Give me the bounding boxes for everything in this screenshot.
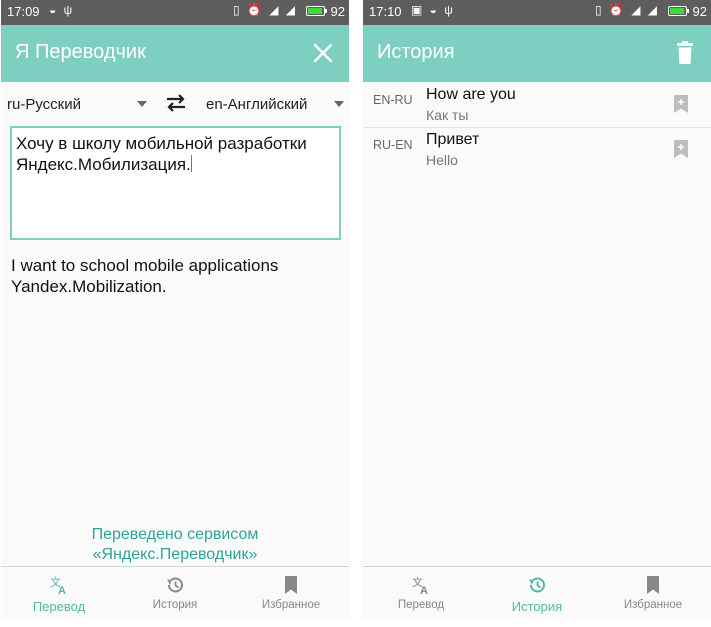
text-caret bbox=[190, 155, 192, 172]
nav-history[interactable]: История bbox=[479, 567, 595, 619]
history-translation: Как ты bbox=[426, 107, 469, 123]
status-bar: 17:10 ▣ ◒ ψ ▯ ⏰ ◢ ◢ 92 bbox=[363, 0, 711, 25]
trash-icon[interactable] bbox=[671, 39, 699, 67]
bookmark-icon bbox=[647, 576, 659, 594]
nav-translate[interactable]: 文 A Перевод bbox=[363, 567, 479, 619]
app-title: Я Переводчик bbox=[15, 41, 146, 63]
svg-text:A: A bbox=[58, 585, 66, 595]
translate-screen: 17:09 ◒ ψ ▯ ⏰ ◢ ◢ 92 Я Переводчик ru-Рус… bbox=[1, 0, 349, 619]
nav-favorites[interactable]: Избранное bbox=[595, 567, 711, 619]
source-text: Хочу в школу мобильной разработки Яндекс… bbox=[16, 134, 307, 174]
history-item[interactable]: EN-RU How are you Как ты bbox=[363, 83, 711, 128]
nav-history-label: История bbox=[152, 599, 198, 611]
status-time: 17:09 bbox=[7, 4, 40, 19]
status-time: 17:10 bbox=[369, 4, 402, 19]
target-language-select[interactable]: en-Английский bbox=[206, 96, 344, 113]
source-language-select[interactable]: ru-Русский bbox=[7, 96, 147, 113]
source-text-input[interactable]: Хочу в школу мобильной разработки Яндекс… bbox=[10, 126, 341, 240]
nav-translate-label: Перевод bbox=[397, 599, 445, 611]
dropdown-arrow-icon bbox=[137, 101, 147, 107]
history-direction: EN-RU bbox=[373, 93, 413, 107]
translate-icon: 文 A bbox=[50, 575, 66, 595]
nav-favorites-label: Избранное bbox=[623, 599, 683, 611]
notification-icons: ▣ ◒ ψ bbox=[411, 3, 455, 17]
battery-percent: 92 bbox=[692, 4, 707, 19]
history-screen: 17:10 ▣ ◒ ψ ▯ ⏰ ◢ ◢ 92 История EN-RU How… bbox=[363, 0, 711, 619]
history-icon bbox=[167, 577, 183, 593]
nav-translate-label: Перевод bbox=[32, 599, 86, 614]
history-item[interactable]: RU-EN Привет Hello bbox=[363, 128, 711, 173]
nav-favorites[interactable]: Избранное bbox=[233, 567, 349, 619]
status-bar: 17:09 ◒ ψ ▯ ⏰ ◢ ◢ 92 bbox=[1, 0, 349, 25]
app-bar: История bbox=[363, 25, 711, 82]
battery-percent: 92 bbox=[330, 4, 345, 19]
language-bar: ru-Русский en-Английский bbox=[1, 90, 349, 120]
swap-arrows-icon[interactable] bbox=[164, 93, 188, 113]
service-credit[interactable]: Переведено сервисом «Яндекс.Переводчик» bbox=[1, 525, 349, 565]
history-icon bbox=[529, 577, 545, 593]
battery-icon bbox=[306, 6, 327, 16]
add-bookmark-icon[interactable] bbox=[673, 94, 689, 114]
notification-icons: ◒ ψ bbox=[49, 3, 75, 17]
add-bookmark-icon[interactable] bbox=[673, 139, 689, 159]
system-icons: ▯ ⏰ ◢ ◢ bbox=[232, 3, 297, 17]
nav-favorites-label: Избранное bbox=[261, 599, 321, 611]
app-title: История bbox=[377, 41, 455, 63]
nav-history-label: История bbox=[511, 599, 563, 614]
source-language-label: ru-Русский bbox=[7, 96, 81, 113]
history-source: Привет bbox=[426, 131, 480, 148]
history-direction: RU-EN bbox=[373, 138, 413, 152]
translate-icon: 文 A bbox=[412, 575, 428, 595]
history-translation: Hello bbox=[426, 152, 458, 168]
nav-history[interactable]: История bbox=[117, 567, 233, 619]
system-icons: ▯ ⏰ ◢ ◢ bbox=[594, 3, 659, 17]
history-source: How are you bbox=[426, 86, 516, 103]
bottom-navigation: 文 A Перевод История Избранное bbox=[363, 566, 711, 619]
battery-icon bbox=[668, 6, 689, 16]
nav-translate[interactable]: 文 A Перевод bbox=[1, 567, 117, 619]
target-language-label: en-Английский bbox=[206, 96, 308, 113]
bottom-navigation: 文 A Перевод История Избранное bbox=[1, 566, 349, 619]
close-icon[interactable] bbox=[309, 39, 337, 67]
credit-line-2: «Яндекс.Переводчик» bbox=[92, 546, 258, 563]
credit-line-1: Переведено сервисом bbox=[91, 526, 259, 543]
app-bar: Я Переводчик bbox=[1, 25, 349, 82]
svg-text:A: A bbox=[420, 585, 428, 595]
translation-result: I want to school mobile applications Yan… bbox=[11, 256, 279, 296]
bookmark-icon bbox=[285, 576, 297, 594]
dropdown-arrow-icon bbox=[334, 101, 344, 107]
